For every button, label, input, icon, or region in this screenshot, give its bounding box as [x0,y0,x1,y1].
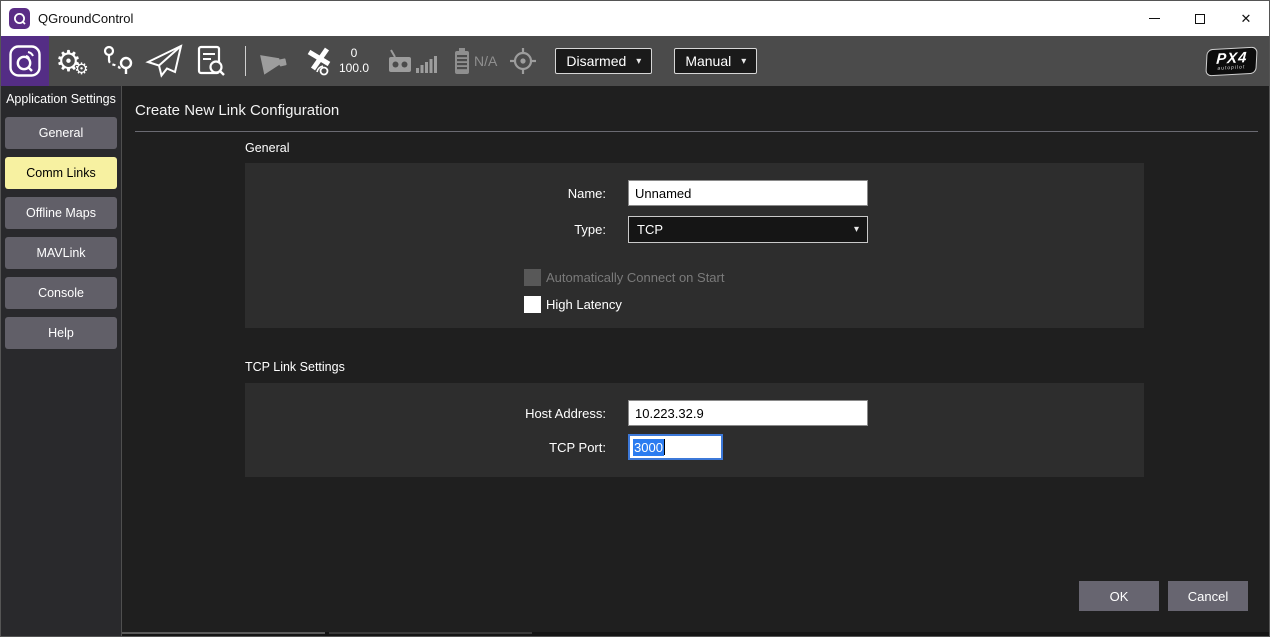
window-controls: ✕ [1131,1,1269,36]
tcp-port-selected-text: 3000 [633,439,664,456]
plan-view-button[interactable] [95,36,141,86]
cancel-button[interactable]: Cancel [1168,581,1248,611]
gears-small-icon: ⚙ [74,61,88,77]
maximize-icon [1195,14,1205,24]
sidebar-item-console[interactable]: Console [5,277,117,309]
tcp-section-label: TCP Link Settings [245,360,345,374]
general-section-label: General [245,141,289,155]
bottom-edge-segment [122,632,325,634]
tcp-section-panel: Host Address: TCP Port: 3000 [245,383,1144,477]
host-address-row: Host Address: [245,400,1144,426]
sidebar-header: Application Settings [1,86,121,117]
px4-logo-subtitle: autopilot [1215,65,1247,72]
qgc-logo-icon [7,43,43,79]
app-body: Application Settings General Comm Links … [1,86,1269,637]
gps-hdop-value: 100.0 [339,61,369,76]
qgc-app-icon [9,8,30,29]
vehicle-setup-button[interactable]: ⚙ ⚙ [49,36,95,86]
title-divider [135,131,1258,132]
gps-values: 0 100.0 [339,46,369,76]
qgroundcontrol-window: QGroundControl ✕ ⚙ ⚙ [0,0,1270,637]
crosshair-icon [509,47,537,75]
titlebar[interactable]: QGroundControl ✕ [1,1,1269,36]
auto-connect-checkbox[interactable] [524,269,541,286]
qgc-home-button[interactable] [1,36,49,86]
paper-plane-icon [145,44,183,78]
sidebar-item-general[interactable]: General [5,117,117,149]
px4-autopilot-logo: PX4 autopilot [1205,46,1258,76]
log-document-icon [193,44,227,78]
comm-link-config-panel: Create New Link Configuration General Na… [122,86,1269,637]
host-address-input[interactable] [628,400,868,426]
name-label: Name: [245,186,606,201]
sidebar-item-offline-maps[interactable]: Offline Maps [5,197,117,229]
toolbar-separator [245,46,246,76]
type-field-row: Type: TCP ▾ [245,216,1144,243]
fly-view-button[interactable] [141,36,187,86]
waypoints-icon [100,43,136,79]
battery-icon [453,46,471,76]
high-latency-row: High Latency [524,296,1144,313]
minimize-icon [1149,18,1160,20]
gps-status[interactable]: 0 100.0 [303,46,369,76]
armed-state-dropdown[interactable]: Disarmed ▾ [555,48,652,74]
high-latency-checkbox[interactable] [524,296,541,313]
tcp-port-label: TCP Port: [245,440,606,455]
link-type-dropdown[interactable]: TCP ▾ [628,216,868,243]
rc-transmitter-icon [385,47,415,75]
close-icon: ✕ [1241,11,1252,27]
sidebar-item-mavlink[interactable]: MAVLink [5,237,117,269]
maximize-button[interactable] [1177,1,1223,36]
host-address-label: Host Address: [245,406,606,421]
ok-button[interactable]: OK [1079,581,1159,611]
tcp-port-input[interactable]: 3000 [628,434,723,460]
name-field-row: Name: [245,180,1144,206]
sidebar-item-help[interactable]: Help [5,317,117,349]
toolbar-status: 0 100.0 [259,46,779,76]
battery-status[interactable]: N/A [453,46,497,76]
analyze-button[interactable] [187,36,233,86]
chevron-down-icon: ▾ [854,224,859,235]
gps-satellite-icon [303,46,335,76]
settings-sidebar: Application Settings General Comm Links … [1,86,122,637]
chevron-down-icon: ▾ [741,56,746,67]
armed-state-value: Disarmed [566,53,626,69]
sidebar-item-comm-links[interactable]: Comm Links [5,157,117,189]
battery-value: N/A [474,53,497,69]
bottom-edge-segment [329,632,532,634]
link-type-value: TCP [637,222,663,237]
gps-satellite-count: 0 [339,46,369,61]
qgc-swirl-icon [12,11,27,26]
window-title: QGroundControl [38,11,133,26]
minimize-button[interactable] [1131,1,1177,36]
general-section-panel: Name: Type: TCP ▾ Automatically Connect … [245,163,1144,328]
text-cursor [664,439,665,455]
dialog-actions: OK Cancel [1070,581,1248,611]
type-label: Type: [245,222,606,237]
rc-rssi-status[interactable] [385,47,437,75]
flight-mode-dropdown[interactable]: Manual ▾ [674,48,757,74]
window-bottom-edge [122,632,1269,637]
auto-connect-label: Automatically Connect on Start [546,270,724,285]
signal-bars-icon [415,53,437,75]
main-toolbar: ⚙ ⚙ [1,36,1269,86]
page-title: Create New Link Configuration [135,102,339,119]
name-input[interactable] [628,180,868,206]
gps-lock-status[interactable] [509,47,537,75]
flight-mode-value: Manual [685,53,731,69]
close-button[interactable]: ✕ [1223,1,1269,36]
chevron-down-icon: ▾ [636,56,641,67]
auto-connect-row: Automatically Connect on Start [524,269,1144,286]
audio-megaphone-icon[interactable] [259,47,289,75]
high-latency-label: High Latency [546,297,622,312]
tcp-port-row: TCP Port: 3000 [245,434,1144,460]
